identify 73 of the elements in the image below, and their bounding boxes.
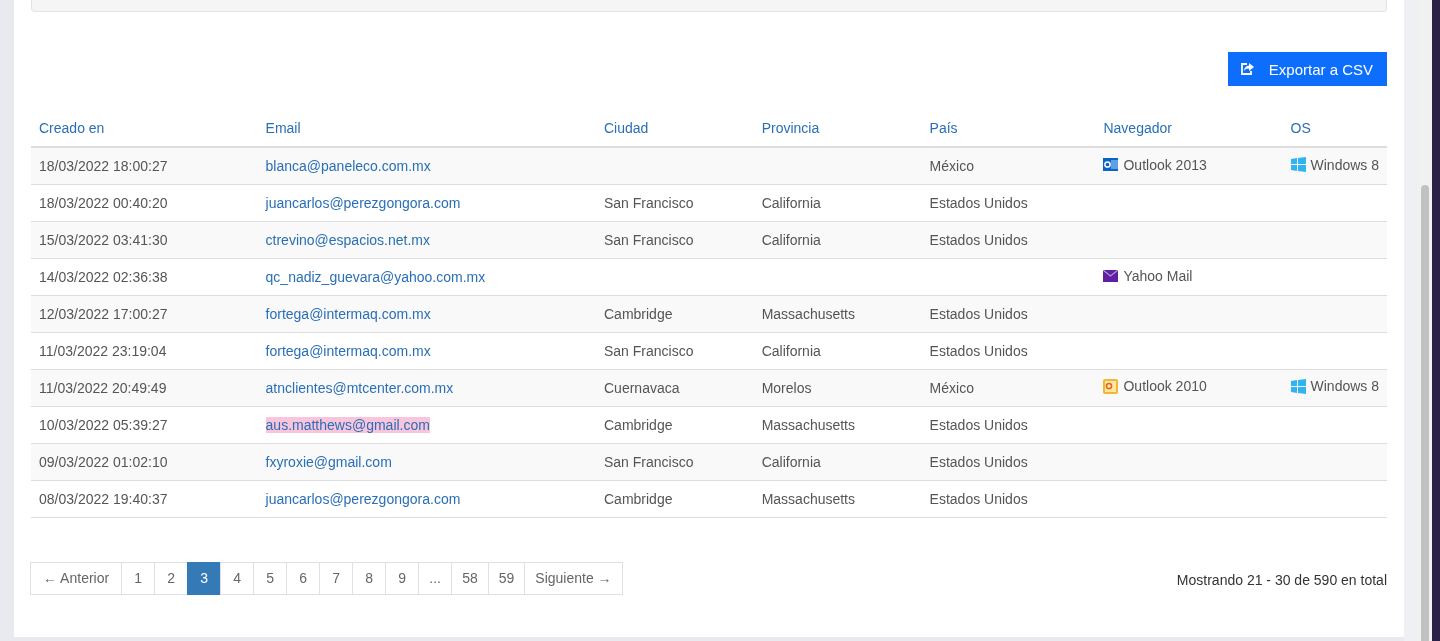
page-button[interactable]: 3	[187, 561, 222, 595]
province-cell: Morelos	[753, 369, 922, 406]
city-cell: San Francisco	[596, 184, 754, 221]
country-cell: Estados Unidos	[921, 480, 1096, 517]
province-cell: Massachusetts	[753, 480, 922, 517]
os-label: Windows 8	[1310, 156, 1379, 173]
country-cell: México	[921, 369, 1096, 406]
date-cell: 11/03/2022 20:49:49	[31, 369, 258, 406]
email-link[interactable]: aus.matthews@gmail.com	[265, 416, 430, 433]
city-cell: San Francisco	[596, 332, 754, 369]
outlook-icon	[1103, 378, 1119, 394]
page-button[interactable]: Siguiente →	[524, 561, 623, 595]
page-button[interactable]: ← Anterior	[30, 561, 123, 595]
date-cell: 18/03/2022 00:40:20	[31, 184, 258, 221]
province-cell: California	[753, 221, 922, 258]
page-button[interactable]: 8	[352, 561, 387, 595]
export-csv-button[interactable]: Exportar a CSV	[1227, 52, 1387, 86]
province-cell: California	[753, 332, 922, 369]
province-cell: Massachusetts	[753, 295, 922, 332]
date-cell: 15/03/2022 03:41:30	[31, 221, 258, 258]
email-link[interactable]: fxyroxie@gmail.com	[265, 453, 392, 470]
results-summary: Mostrando 21 - 30 de 590 en total	[1176, 572, 1387, 588]
city-cell: Cambridge	[596, 480, 754, 517]
scrollbar[interactable]	[1418, 0, 1432, 641]
country-cell: Estados Unidos	[921, 332, 1096, 369]
country-cell: Estados Unidos	[921, 221, 1096, 258]
page-button[interactable]: 7	[319, 561, 354, 595]
browser-label: Outlook 2010	[1123, 378, 1207, 395]
page-button[interactable]: 1	[121, 561, 156, 595]
email-link[interactable]: blanca@paneleco.com.mx	[265, 157, 431, 174]
email-link[interactable]: atnclientes@mtcenter.com.mx	[265, 379, 454, 396]
page-button[interactable]: 2	[154, 561, 189, 595]
email-link[interactable]: fortega@intermaq.com.mx	[265, 305, 431, 322]
page-button[interactable]: 59	[487, 561, 526, 595]
windows-logo-icon	[1290, 378, 1306, 394]
email-link[interactable]: fortega@intermaq.com.mx	[265, 342, 431, 359]
country-cell: Estados Unidos	[921, 406, 1096, 443]
city-cell: Cambridge	[596, 295, 754, 332]
country-cell: México	[921, 147, 1096, 184]
country-cell: Estados Unidos	[921, 443, 1096, 480]
page-button[interactable]: 58	[451, 561, 489, 595]
email-link[interactable]: ctrevino@espacios.net.mx	[265, 231, 430, 248]
browser-label: Outlook 2013	[1123, 156, 1207, 173]
city-cell: Cambridge	[596, 406, 754, 443]
page-button[interactable]: 6	[286, 561, 321, 595]
province-cell: California	[753, 443, 922, 480]
email-link[interactable]: qc_nadiz_guevara@yahoo.com.mx	[265, 268, 486, 285]
outlook-icon	[1103, 157, 1119, 172]
province-cell: California	[753, 184, 922, 221]
email-link[interactable]: juancarlos@perezgongora.com	[265, 194, 461, 211]
page-button[interactable]: 4	[220, 561, 255, 595]
browser-label: Yahoo Mail	[1123, 268, 1193, 284]
date-cell: 10/03/2022 05:39:27	[31, 406, 258, 443]
city-cell: San Francisco	[596, 443, 754, 480]
windows-logo-icon	[1290, 157, 1306, 172]
province-cell: Massachusetts	[753, 406, 922, 443]
date-cell: 09/03/2022 01:02:10	[31, 443, 258, 480]
share-icon	[1239, 62, 1255, 76]
envelope-icon	[1103, 270, 1119, 282]
date-cell: 08/03/2022 19:40:37	[31, 480, 258, 517]
date-cell: 18/03/2022 18:00:27	[31, 147, 258, 184]
page-button[interactable]: ...	[418, 561, 453, 595]
country-cell: Estados Unidos	[921, 184, 1096, 221]
date-cell: 14/03/2022 02:36:38	[31, 258, 258, 295]
country-cell: Estados Unidos	[921, 295, 1096, 332]
page-button[interactable]: 9	[385, 561, 420, 595]
city-cell: San Francisco	[596, 221, 754, 258]
date-cell: 11/03/2022 23:19:04	[31, 332, 258, 369]
date-cell: 12/03/2022 17:00:27	[31, 295, 258, 332]
os-label: Windows 8	[1310, 378, 1379, 395]
city-cell: Cuernavaca	[596, 369, 754, 406]
email-link[interactable]: juancarlos@perezgongora.com	[265, 490, 461, 507]
page-button[interactable]: 5	[253, 561, 288, 595]
